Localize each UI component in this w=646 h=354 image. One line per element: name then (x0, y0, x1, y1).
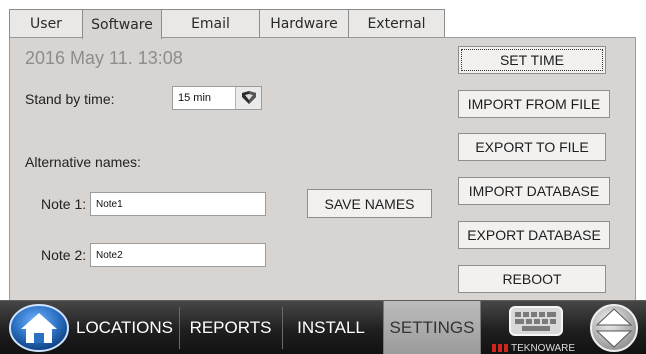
nav-locations[interactable]: LOCATIONS (72, 301, 177, 354)
import-from-file-button[interactable]: IMPORT FROM FILE (458, 90, 610, 118)
import-database-button[interactable]: IMPORT DATABASE (458, 177, 610, 205)
note1-input[interactable] (90, 192, 266, 216)
tab-user[interactable]: User (9, 9, 83, 38)
tab-software[interactable]: Software (82, 9, 162, 39)
reboot-button[interactable]: REBOOT (458, 265, 606, 293)
tab-external[interactable]: External (348, 9, 445, 38)
brand-name: TEKNOWARE (511, 342, 576, 354)
nav-settings[interactable]: SETTINGS (383, 301, 481, 354)
home-icon[interactable] (8, 304, 72, 352)
export-to-file-button[interactable]: EXPORT TO FILE (458, 133, 606, 161)
teknoware-logo: TEKNOWARE (492, 341, 576, 354)
standby-time-select[interactable]: 15 min (172, 86, 262, 110)
tab-email[interactable]: Email (161, 9, 260, 38)
note2-label: Note 2: (41, 247, 87, 263)
brand-mark-icon (492, 344, 508, 352)
alternative-names-label: Alternative names: (25, 154, 141, 170)
note1-label: Note 1: (41, 196, 87, 212)
up-down-arrows-icon[interactable] (587, 303, 641, 353)
keyboard-icon[interactable] (500, 306, 572, 336)
tab-bar: User Software Email Hardware External (9, 9, 445, 39)
current-datetime: 2016 May 11. 13:08 (25, 48, 183, 68)
chevron-down-icon[interactable] (235, 87, 261, 109)
nav-divider (179, 307, 180, 349)
export-database-button[interactable]: EXPORT DATABASE (458, 221, 610, 249)
settings-panel: 2016 May 11. 13:08 Stand by time: 15 min… (9, 37, 636, 300)
note2-input[interactable] (90, 243, 266, 267)
bottom-nav-bar: LOCATIONS REPORTS INSTALL SETTINGS TEKNO… (0, 300, 646, 354)
nav-install[interactable]: INSTALL (286, 301, 376, 354)
save-names-button[interactable]: SAVE NAMES (307, 189, 432, 218)
set-time-button[interactable]: SET TIME (458, 46, 606, 74)
standby-label: Stand by time: (25, 91, 115, 107)
nav-reports[interactable]: REPORTS (182, 301, 279, 354)
standby-value: 15 min (178, 92, 212, 104)
nav-divider (282, 307, 283, 349)
tab-hardware[interactable]: Hardware (259, 9, 349, 38)
